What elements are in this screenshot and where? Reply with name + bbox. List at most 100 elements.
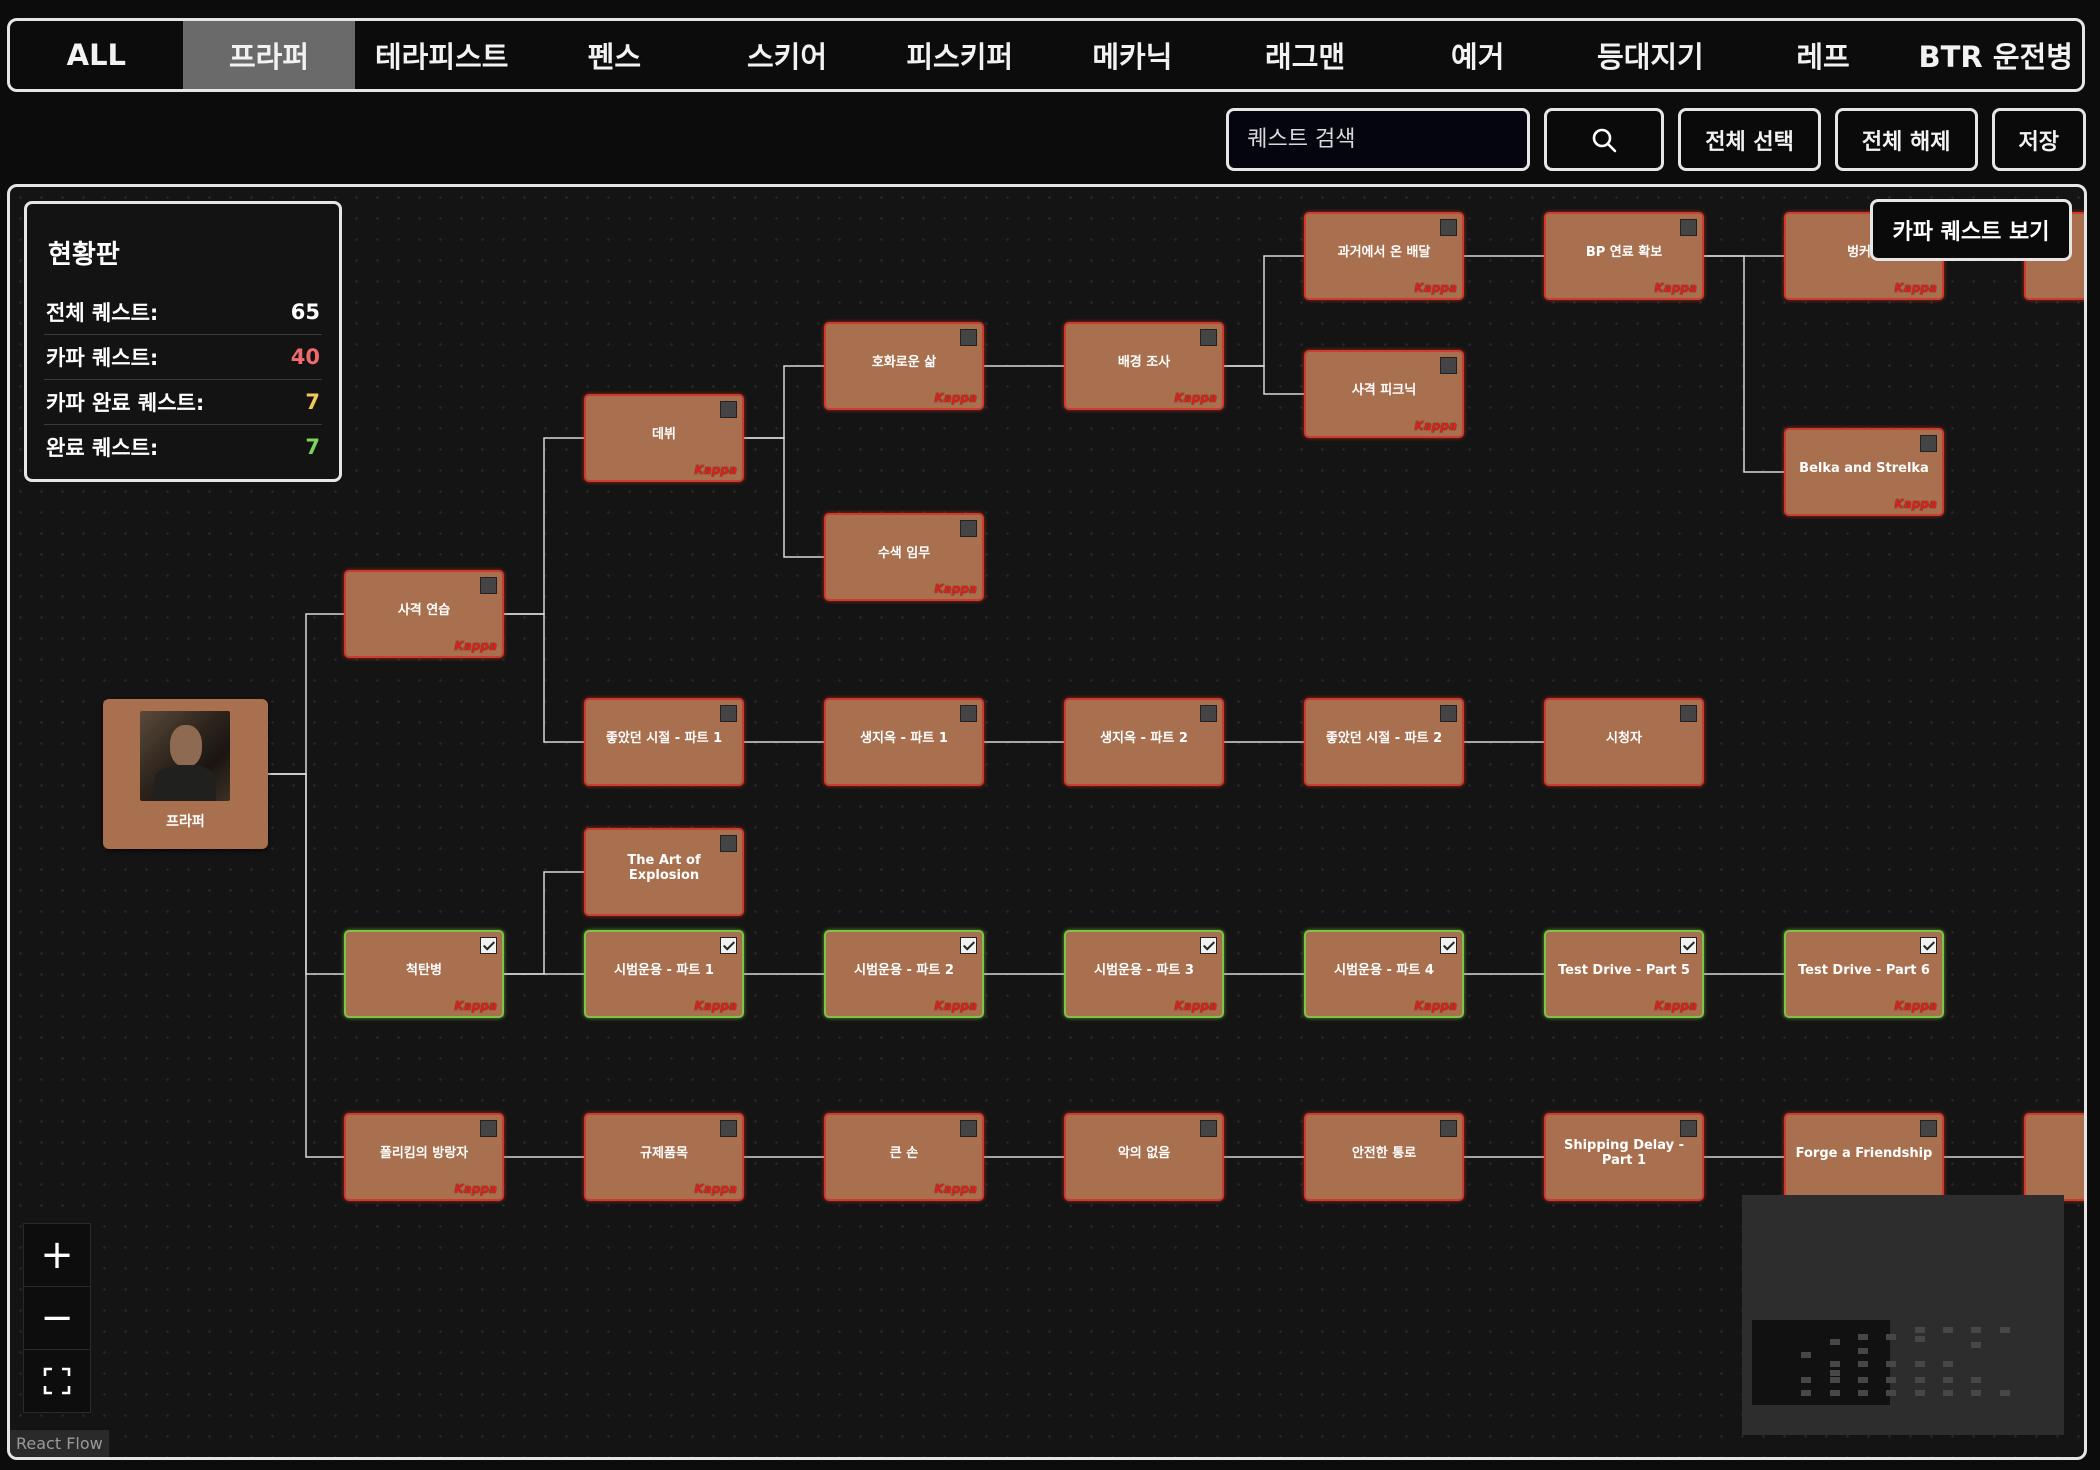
quest-title: 안전한 통로 [1351, 1145, 1417, 1161]
quest-checkbox[interactable] [1680, 705, 1697, 722]
quest-node[interactable]: 좋았던 시절 - 파트 2 [1304, 698, 1464, 786]
quest-node[interactable]: Forge a Friendship [1784, 1113, 1944, 1201]
quest-checkbox[interactable] [720, 835, 737, 852]
quest-title: 생지옥 - 파트 1 [860, 730, 948, 746]
quest-checkbox[interactable] [1440, 937, 1457, 954]
trader-root-node[interactable]: 프라퍼 [103, 699, 268, 849]
kappa-view-button[interactable]: 카파 퀘스트 보기 [1870, 199, 2072, 261]
trader-tab[interactable]: 등대지기 [1564, 21, 1737, 89]
quest-flow-canvas[interactable]: 사격 연습 Kappa 데뷔 Kappa 호화로운 삶 Kappa 수색 임무 Kappa 배경… [7, 184, 2087, 1460]
quest-checkbox[interactable] [1920, 937, 1937, 954]
trader-tab[interactable]: BTR 운전병 [1909, 21, 2082, 89]
trader-tab[interactable]: 피스키퍼 [873, 21, 1046, 89]
quest-title: 시범운용 - 파트 4 [1334, 962, 1434, 978]
quest-checkbox[interactable] [1680, 937, 1697, 954]
react-flow-attribution[interactable]: React Flow [10, 1430, 109, 1457]
trader-tab[interactable]: ALL [10, 21, 183, 89]
quest-node[interactable]: Test Drive - Part 6 Kappa [1784, 930, 1944, 1018]
quest-checkbox[interactable] [1440, 1120, 1457, 1137]
trader-tab[interactable]: 스키어 [701, 21, 874, 89]
quest-node[interactable]: 수색 임무 Kappa [824, 513, 984, 601]
quest-node[interactable]: Belka and Strelka Kappa [1784, 428, 1944, 516]
quest-node[interactable]: 악의 없음 [1064, 1113, 1224, 1201]
quest-checkbox[interactable] [1680, 1120, 1697, 1137]
minimap-node [1943, 1326, 1953, 1333]
zoom-out-button[interactable]: − [24, 1287, 90, 1350]
trader-tab[interactable]: 프라퍼 [182, 21, 356, 89]
quest-node[interactable]: 데뷔 Kappa [584, 394, 744, 482]
quest-checkbox[interactable] [1920, 1120, 1937, 1137]
trader-tab[interactable]: 테라피스트 [355, 21, 528, 89]
kappa-tag: Kappa [1414, 419, 1457, 433]
quest-node[interactable]: 좋았던 시절 - 파트 1 [584, 698, 744, 786]
quest-checkbox[interactable] [960, 520, 977, 537]
quest-node[interactable]: 사격 피크닉 Kappa [1304, 350, 1464, 438]
quest-node[interactable]: 시범운용 - 파트 1 Kappa [584, 930, 744, 1018]
quest-checkbox[interactable] [720, 705, 737, 722]
minimap-node [1914, 1389, 1925, 1396]
select-all-button[interactable]: 전체 선택 [1678, 108, 1821, 171]
quest-checkbox[interactable] [1440, 357, 1457, 374]
quest-node[interactable]: Ha [2024, 1113, 2084, 1201]
quest-node[interactable]: 생지옥 - 파트 1 [824, 698, 984, 786]
trader-tab[interactable]: 예거 [1391, 21, 1564, 89]
minimap-node [1971, 1341, 1982, 1348]
quest-checkbox[interactable] [720, 1120, 737, 1137]
quest-checkbox[interactable] [480, 937, 497, 954]
quest-checkbox[interactable] [1440, 705, 1457, 722]
trader-tab[interactable]: 펜스 [528, 21, 701, 89]
quest-checkbox[interactable] [1440, 219, 1457, 236]
quest-node[interactable]: 규제품목 Kappa [584, 1113, 744, 1201]
quest-title: 시범운용 - 파트 2 [854, 962, 954, 978]
quest-node[interactable]: Shipping Delay - Part 1 [1544, 1113, 1704, 1201]
minimap-node [1829, 1377, 1840, 1383]
quest-search-input[interactable] [1226, 108, 1531, 171]
quest-title: 생지옥 - 파트 2 [1100, 730, 1188, 746]
trader-tab[interactable]: 래그맨 [1219, 21, 1392, 89]
trader-tab[interactable]: 레프 [1737, 21, 1910, 89]
quest-node[interactable]: 호화로운 삶 Kappa [824, 322, 984, 410]
quest-node[interactable]: 사격 연습 Kappa [344, 570, 504, 658]
quest-node[interactable]: 척탄병 Kappa [344, 930, 504, 1018]
minimap[interactable] [1742, 1195, 2064, 1435]
quest-checkbox[interactable] [480, 577, 497, 594]
quest-edge [504, 613, 584, 743]
quest-checkbox[interactable] [1200, 705, 1217, 722]
quest-node[interactable]: 시청자 [1544, 698, 1704, 786]
fit-view-icon [43, 1367, 71, 1395]
quest-checkbox[interactable] [1200, 937, 1217, 954]
deselect-all-button[interactable]: 전체 해제 [1834, 108, 1978, 171]
quest-node[interactable]: 큰 손 Kappa [824, 1113, 984, 1201]
quest-node[interactable]: 과거에서 온 배달 Kappa [1304, 212, 1464, 300]
quest-node[interactable]: 배경 조사 Kappa [1064, 322, 1224, 410]
quest-node[interactable]: Test Drive - Part 5 Kappa [1544, 930, 1704, 1018]
quest-checkbox[interactable] [720, 937, 737, 954]
quest-node[interactable]: 시범운용 - 파트 3 Kappa [1064, 930, 1224, 1018]
quest-node[interactable]: 생지옥 - 파트 2 [1064, 698, 1224, 786]
kappa-tag: Kappa [454, 999, 497, 1013]
quest-checkbox[interactable] [720, 401, 737, 418]
quest-checkbox[interactable] [960, 1120, 977, 1137]
save-button[interactable]: 저장 [1991, 108, 2086, 171]
quest-node[interactable]: 시범운용 - 파트 4 Kappa [1304, 930, 1464, 1018]
quest-node[interactable]: The Art of Explosion [584, 828, 744, 916]
quest-node[interactable]: 안전한 통로 [1304, 1113, 1464, 1201]
quest-checkbox[interactable] [1920, 435, 1937, 452]
quest-node[interactable]: BP 연료 확보 Kappa [1544, 212, 1704, 300]
zoom-in-button[interactable]: + [24, 1224, 90, 1287]
quest-checkbox[interactable] [1680, 219, 1697, 236]
fit-view-button[interactable] [24, 1350, 90, 1412]
quest-checkbox[interactable] [960, 705, 977, 722]
quest-checkbox[interactable] [1200, 329, 1217, 346]
quest-checkbox[interactable] [960, 937, 977, 954]
quest-checkbox[interactable] [960, 329, 977, 346]
kappa-tag: Kappa [1654, 281, 1697, 295]
quest-checkbox[interactable] [1200, 1120, 1217, 1137]
quest-node[interactable]: 시범운용 - 파트 2 Kappa [824, 930, 984, 1018]
trader-tab[interactable]: 메카닉 [1046, 21, 1219, 89]
status-board-row: 카파 퀘스트: 40 [44, 334, 322, 379]
quest-checkbox[interactable] [480, 1120, 497, 1137]
kappa-tag: Kappa [1894, 281, 1937, 295]
search-button[interactable] [1544, 108, 1665, 171]
quest-node[interactable]: 폴리킴의 방랑자 Kappa [344, 1113, 504, 1201]
